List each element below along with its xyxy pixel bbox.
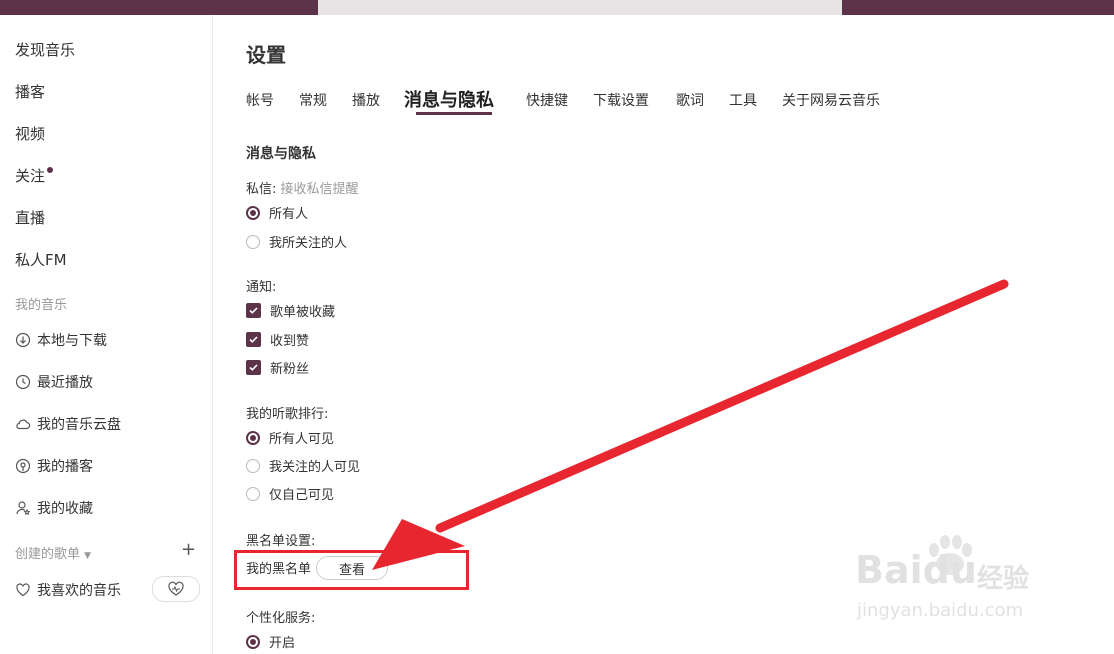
lib-cloud-disk[interactable]: 我的音乐云盘 bbox=[15, 414, 121, 434]
lib-my-favorites[interactable]: 我的收藏 bbox=[15, 498, 93, 518]
tab-tools[interactable]: 工具 bbox=[729, 90, 757, 110]
cloud-icon bbox=[16, 419, 31, 430]
option-label: 仅自己可见 bbox=[269, 488, 335, 503]
caret-down-icon: ▼ bbox=[84, 551, 92, 561]
tab-messages-privacy[interactable]: 消息与隐私 bbox=[404, 86, 494, 112]
nav-personal-fm[interactable]: 私人FM bbox=[15, 249, 67, 270]
checkbox-liked[interactable]: 收到赞 bbox=[246, 330, 309, 349]
lib-item-label: 本地与下载 bbox=[37, 333, 107, 349]
checkbox-checked[interactable] bbox=[246, 332, 261, 347]
annotation-highlight-box bbox=[234, 550, 469, 590]
lib-my-podcast[interactable]: 我的播客 bbox=[15, 456, 93, 476]
tab-shortcuts[interactable]: 快捷键 bbox=[526, 90, 568, 110]
add-playlist-icon[interactable]: + bbox=[181, 539, 196, 560]
liked-music-label: 我喜欢的音乐 bbox=[37, 583, 121, 599]
nav-podcast[interactable]: 播客 bbox=[15, 81, 45, 102]
private-message-label-text: 私信: bbox=[246, 182, 277, 197]
checkbox-checked[interactable] bbox=[246, 303, 261, 318]
personalized-label: 个性化服务: bbox=[246, 611, 316, 626]
notify-label: 通知: bbox=[246, 280, 277, 295]
baidu-jingyan-watermark: Baidu 经验 jingyan.baidu.com bbox=[855, 535, 1065, 628]
option-label: 开启 bbox=[269, 636, 296, 651]
created-playlists-text: 创建的歌单 bbox=[15, 547, 81, 562]
lib-item-label: 我的音乐云盘 bbox=[37, 417, 121, 433]
radio-personalized-on[interactable]: 开启 bbox=[246, 632, 295, 651]
title-bar-blurred-region bbox=[318, 0, 842, 15]
download-icon bbox=[15, 332, 31, 348]
private-message-label: 私信: 接收私信提醒 bbox=[246, 178, 359, 197]
watermark-brand: Baidu bbox=[855, 548, 977, 592]
radio-ranking-self[interactable]: 仅自己可见 bbox=[246, 484, 334, 503]
lib-recent-play[interactable]: 最近播放 bbox=[15, 372, 93, 392]
radio-unselected[interactable] bbox=[246, 486, 260, 501]
heartbeat-icon bbox=[168, 581, 184, 596]
tab-account[interactable]: 帐号 bbox=[246, 90, 274, 110]
blacklist-label: 黑名单设置: bbox=[246, 534, 316, 549]
radio-pm-following[interactable]: 我所关注的人 bbox=[246, 232, 347, 251]
radio-selected[interactable] bbox=[246, 634, 260, 649]
check-icon bbox=[249, 307, 258, 314]
tab-lyrics[interactable]: 歌词 bbox=[676, 90, 704, 110]
radio-ranking-following[interactable]: 我关注的人可见 bbox=[246, 456, 360, 475]
nav-live[interactable]: 直播 bbox=[15, 207, 45, 228]
checkbox-playlist-collected[interactable]: 歌单被收藏 bbox=[246, 301, 335, 320]
notification-dot bbox=[47, 167, 54, 173]
radio-unselected[interactable] bbox=[246, 234, 260, 249]
title-bar bbox=[0, 0, 1114, 15]
page-title: 设置 bbox=[246, 43, 286, 67]
section-title: 消息与隐私 bbox=[246, 146, 316, 162]
nav-follow-label: 关注 bbox=[15, 167, 46, 185]
tab-about[interactable]: 关于网易云音乐 bbox=[782, 90, 880, 110]
checkbox-checked[interactable] bbox=[246, 360, 261, 375]
my-music-section-label: 我的音乐 bbox=[15, 298, 68, 313]
option-label: 所有人 bbox=[269, 207, 309, 222]
tab-download-settings[interactable]: 下载设置 bbox=[593, 90, 649, 110]
radio-selected[interactable] bbox=[246, 430, 260, 445]
check-icon bbox=[249, 364, 258, 371]
option-label: 我关注的人可见 bbox=[269, 460, 361, 475]
lib-item-label: 我的收藏 bbox=[37, 501, 93, 517]
lib-local-download[interactable]: 本地与下载 bbox=[15, 330, 107, 350]
option-label: 收到赞 bbox=[270, 334, 310, 349]
watermark-cn: 经验 bbox=[977, 564, 1030, 594]
radio-selected[interactable] bbox=[246, 205, 260, 220]
private-message-hint: 接收私信提醒 bbox=[280, 182, 359, 197]
tab-general[interactable]: 常规 bbox=[299, 90, 327, 110]
nav-discover-music[interactable]: 发现音乐 bbox=[15, 39, 75, 60]
radio-ranking-everyone[interactable]: 所有人可见 bbox=[246, 428, 334, 447]
user-star-icon bbox=[16, 501, 31, 516]
playlist-liked-music[interactable]: 我喜欢的音乐 bbox=[15, 580, 121, 600]
option-label: 所有人可见 bbox=[269, 432, 335, 447]
radio-unselected[interactable] bbox=[246, 458, 260, 473]
active-tab-indicator bbox=[416, 112, 492, 115]
watermark-url: jingyan.baidu.com bbox=[857, 600, 1024, 621]
nav-video[interactable]: 视频 bbox=[15, 123, 45, 144]
lib-item-label: 我的播客 bbox=[37, 459, 93, 475]
radio-pm-everyone[interactable]: 所有人 bbox=[246, 203, 308, 222]
created-playlists-label[interactable]: 创建的歌单 ▼ bbox=[15, 543, 91, 562]
option-label: 新粉丝 bbox=[270, 362, 310, 377]
clock-icon bbox=[15, 374, 31, 390]
nav-follow[interactable]: 关注 bbox=[15, 165, 54, 186]
ranking-label: 我的听歌排行: bbox=[246, 407, 329, 422]
option-label: 我所关注的人 bbox=[269, 236, 348, 251]
heartbeat-mode-button[interactable] bbox=[152, 576, 200, 602]
podcast-icon bbox=[15, 458, 31, 474]
lib-item-label: 最近播放 bbox=[37, 375, 93, 391]
sidebar: 发现音乐 播客 视频 关注 直播 私人FM 我的音乐 本地与下载 最近播放 我的… bbox=[0, 15, 213, 654]
checkbox-new-fans[interactable]: 新粉丝 bbox=[246, 358, 309, 377]
check-icon bbox=[249, 336, 258, 343]
heart-icon bbox=[16, 583, 30, 597]
tab-playback[interactable]: 播放 bbox=[352, 90, 380, 110]
option-label: 歌单被收藏 bbox=[270, 305, 336, 320]
